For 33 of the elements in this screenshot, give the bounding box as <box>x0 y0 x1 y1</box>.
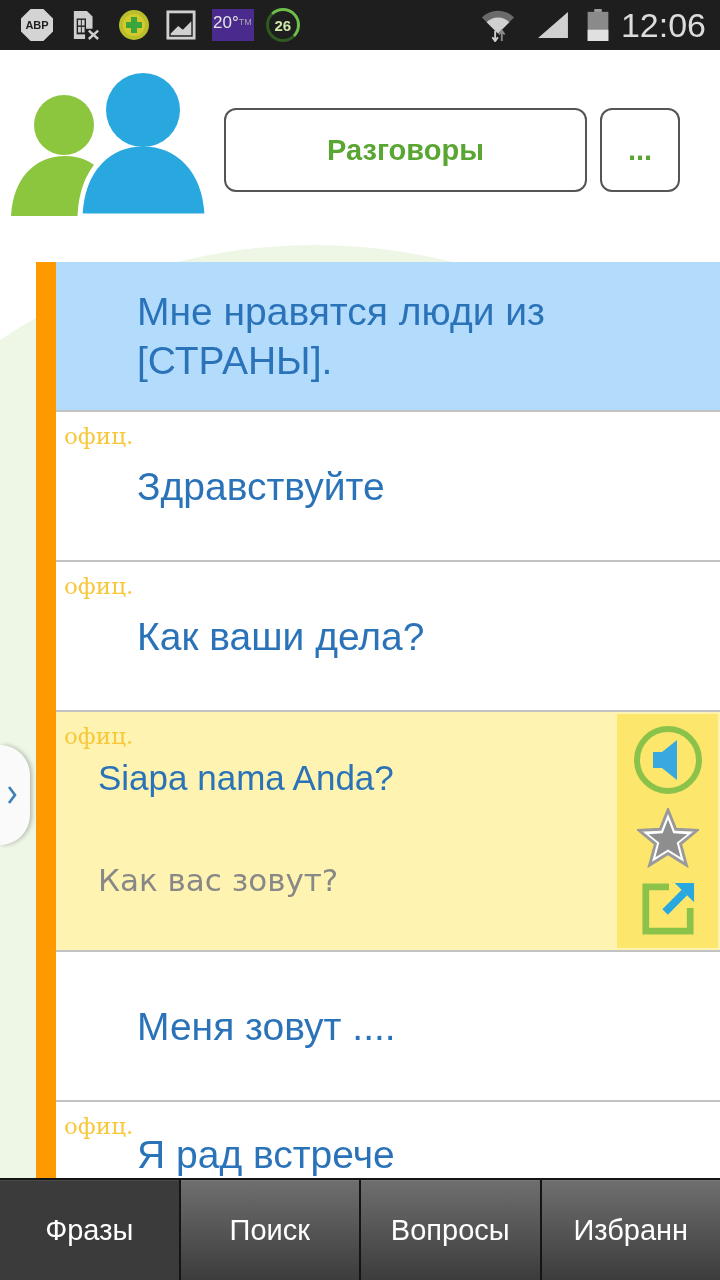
speaker-icon[interactable] <box>632 724 703 795</box>
tab[interactable]: Фразы <box>0 1180 179 1280</box>
tab[interactable]: Вопросы <box>361 1180 540 1280</box>
phrase-text: Мне нравятся люди из [СТРАНЫ]. <box>137 289 546 384</box>
register-tag: офиц. <box>64 1112 134 1140</box>
phrase-text: Меня зовут .... <box>137 1003 396 1050</box>
weather-temperature: 20° <box>213 12 239 34</box>
counter-badge: 26 <box>265 8 300 42</box>
sim-card-icon <box>72 10 100 40</box>
adblock-badge: ABP <box>21 9 53 41</box>
battery-icon <box>586 9 609 41</box>
phrase-row[interactable]: офиц. Siapa nama Anda? Как вас зовут? <box>56 712 720 952</box>
translation-text: Как вас зовут? <box>98 861 339 900</box>
weather-superscript: TM <box>238 17 252 27</box>
tab[interactable]: Поиск <box>180 1180 359 1280</box>
tab[interactable]: Избранн <box>541 1180 720 1280</box>
phrase-text: Siapa nama Anda? <box>98 758 394 798</box>
phrase-text: Как ваши дела? <box>137 613 425 660</box>
wifi-icon <box>479 8 516 42</box>
clock-time: 12:06 <box>620 5 706 45</box>
picture-icon <box>166 10 196 40</box>
plus-circle-icon <box>118 9 150 41</box>
register-tag: офиц. <box>64 572 134 600</box>
register-tag: офиц. <box>64 422 134 450</box>
star-icon[interactable] <box>636 808 699 868</box>
category-button[interactable]: Разговоры <box>224 108 587 192</box>
phrase-text: Здравствуйте <box>137 463 385 510</box>
chevron-right-icon <box>7 785 17 805</box>
phrase-text: Я рад встрече <box>137 1135 395 1175</box>
share-icon[interactable] <box>639 881 696 938</box>
register-tag: офиц. <box>64 722 134 750</box>
more-button[interactable]: ... <box>600 108 680 192</box>
phrase-row[interactable]: Мне нравятся люди из [СТРАНЫ]. <box>56 262 720 412</box>
